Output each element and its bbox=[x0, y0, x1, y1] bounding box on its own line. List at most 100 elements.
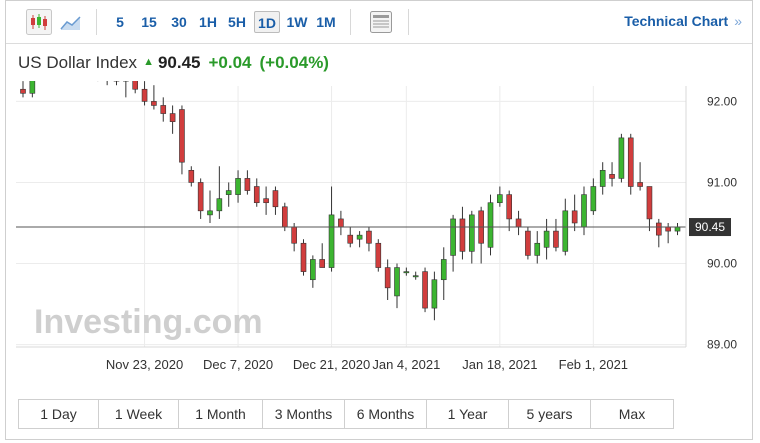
candle-up bbox=[207, 210, 213, 216]
range-5-years[interactable]: 5 years bbox=[509, 400, 591, 428]
candle-down bbox=[300, 242, 307, 272]
candle-down bbox=[20, 88, 26, 94]
candle-up bbox=[235, 178, 241, 195]
range-1-day[interactable]: 1 Day bbox=[19, 400, 99, 428]
candle-down bbox=[338, 218, 344, 228]
candle-down bbox=[272, 190, 279, 208]
price-chart: Investing.com 92.00 91.00 90.00 89.00 90.45 No… bbox=[6, 16, 752, 396]
x-tick-label: Dec 7, 2020 bbox=[203, 357, 273, 372]
candle-down bbox=[281, 206, 288, 228]
time-range-selector: 1 Day 1 Week 1 Month 3 Months 6 Months 1… bbox=[18, 399, 674, 429]
technical-chart-label: Technical Chart bbox=[624, 13, 729, 29]
chart-widget: 5 15 30 1H 5H 1D 1W 1M Technical Chart» … bbox=[5, 0, 753, 440]
range-1-week[interactable]: 1 Week bbox=[99, 400, 179, 428]
candle-up bbox=[534, 242, 541, 256]
range-3-months[interactable]: 3 Months bbox=[263, 400, 345, 428]
candle-down bbox=[506, 194, 513, 220]
candlestick-chart: Investing.com 92.00 91.00 90.00 89.00 90.45 No… bbox=[16, 16, 737, 372]
range-6-months[interactable]: 6 Months bbox=[345, 400, 427, 428]
interval-1day[interactable]: 1D bbox=[254, 11, 280, 33]
candle-down bbox=[197, 182, 204, 212]
toolbar-divider bbox=[408, 9, 409, 35]
candle-down bbox=[459, 218, 466, 252]
candle-up bbox=[431, 279, 438, 309]
up-arrow-icon: ▲ bbox=[143, 56, 154, 68]
interval-1week[interactable]: 1W bbox=[284, 11, 310, 33]
candle-down bbox=[132, 60, 138, 90]
interval-30min[interactable]: 30 bbox=[168, 11, 190, 33]
watermark-logo: Investing.com bbox=[34, 303, 263, 341]
current-price-label: 90.45 bbox=[695, 220, 725, 234]
y-tick-label: 91.00 bbox=[707, 175, 737, 189]
toolbar-divider bbox=[96, 9, 97, 35]
candle-up bbox=[562, 210, 569, 252]
candle-down bbox=[141, 88, 148, 102]
double-chevron-right-icon: » bbox=[734, 13, 742, 29]
data-table-icon[interactable] bbox=[368, 9, 394, 35]
candle-up bbox=[412, 275, 419, 278]
candle-up bbox=[599, 169, 606, 187]
candle-down bbox=[169, 113, 176, 122]
candle-up bbox=[590, 186, 597, 212]
y-tick-label: 92.00 bbox=[707, 94, 737, 108]
candle-up bbox=[394, 267, 400, 297]
candle-down bbox=[515, 218, 522, 228]
interval-5hour[interactable]: 5H bbox=[225, 11, 249, 33]
candle-down bbox=[384, 267, 391, 289]
candle-up bbox=[440, 259, 447, 281]
y-tick-label: 89.00 bbox=[707, 338, 737, 352]
candle-up bbox=[497, 194, 503, 204]
x-tick-label: Jan 4, 2021 bbox=[372, 357, 440, 372]
range-1-year[interactable]: 1 Year bbox=[427, 400, 509, 428]
candle-down bbox=[571, 210, 578, 224]
candle-down bbox=[319, 259, 326, 268]
candle-down bbox=[179, 109, 185, 163]
candle-down bbox=[160, 105, 167, 114]
chart-toolbar: 5 15 30 1H 5H 1D 1W 1M Technical Chart » bbox=[6, 1, 752, 44]
candle-down bbox=[188, 169, 195, 183]
x-tick-label: Jan 18, 2021 bbox=[462, 357, 537, 372]
candle-down bbox=[366, 230, 372, 244]
candle-up bbox=[356, 234, 363, 240]
toolbar-divider bbox=[350, 9, 351, 35]
range-1-month[interactable]: 1 Month bbox=[179, 400, 263, 428]
candle-down bbox=[655, 222, 662, 236]
candle-down bbox=[347, 234, 354, 244]
candle-down bbox=[291, 226, 297, 244]
price-change-percent: (+0.04%) bbox=[259, 53, 329, 72]
range-max[interactable]: Max bbox=[591, 400, 673, 428]
candle-down bbox=[646, 186, 653, 220]
area-chart-icon[interactable] bbox=[58, 9, 84, 35]
candle-up bbox=[450, 218, 456, 256]
candle-down bbox=[375, 242, 382, 268]
candle-up bbox=[29, 52, 36, 94]
x-tick-label: Feb 1, 2021 bbox=[559, 357, 628, 372]
candle-down bbox=[553, 230, 559, 248]
candlestick-chart-icon[interactable] bbox=[26, 9, 52, 35]
candle-up bbox=[310, 259, 316, 281]
price-change: +0.04 bbox=[208, 53, 252, 72]
instrument-name: US Dollar Index bbox=[18, 53, 138, 72]
technical-chart-link[interactable]: Technical Chart » bbox=[624, 13, 742, 29]
candle-up bbox=[674, 226, 681, 232]
candle-up bbox=[468, 214, 475, 252]
candle-up bbox=[581, 194, 587, 228]
last-price: 90.45 bbox=[157, 53, 201, 72]
candle-up bbox=[328, 214, 335, 268]
x-tick-label: Nov 23, 2020 bbox=[106, 357, 183, 372]
y-tick-label: 90.00 bbox=[707, 257, 737, 271]
candle-down bbox=[609, 174, 615, 179]
candle-down bbox=[151, 101, 157, 106]
candle-down bbox=[253, 186, 260, 204]
interval-5min[interactable]: 5 bbox=[112, 11, 128, 33]
quote-header: US Dollar Index ▲ 90.45 +0.04 (+0.04%) bbox=[18, 53, 329, 75]
candle-up bbox=[403, 271, 410, 274]
interval-1month[interactable]: 1M bbox=[313, 11, 339, 33]
candle-up bbox=[487, 202, 494, 248]
interval-1hour[interactable]: 1H bbox=[196, 11, 220, 33]
candle-down bbox=[627, 137, 634, 187]
candle-up bbox=[225, 190, 232, 195]
x-tick-label: Dec 21, 2020 bbox=[293, 357, 370, 372]
candle-down bbox=[422, 271, 428, 309]
interval-15min[interactable]: 15 bbox=[138, 11, 160, 33]
